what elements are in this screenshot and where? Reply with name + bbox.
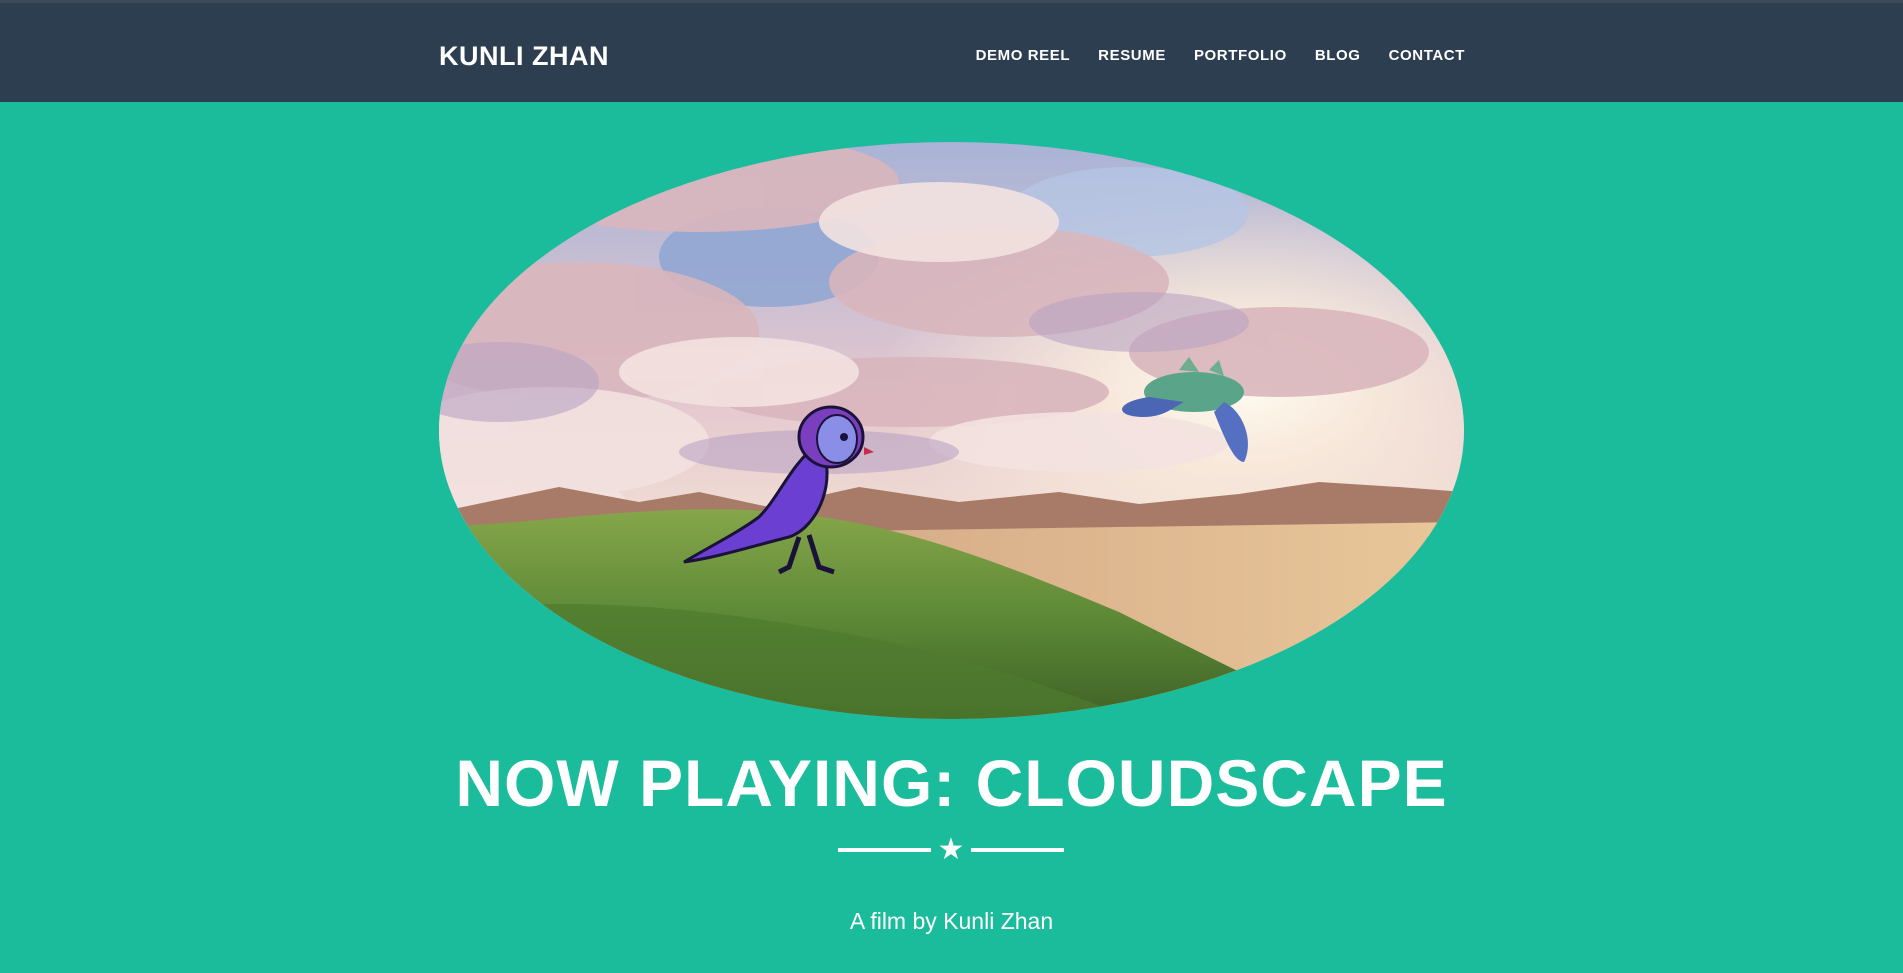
brand-link[interactable]: KUNLI ZHAN: [439, 41, 609, 72]
divider-line-right: [971, 848, 1064, 852]
nav-portfolio[interactable]: PORTFOLIO: [1194, 45, 1287, 64]
nav-resume[interactable]: RESUME: [1098, 45, 1166, 64]
site-header: KUNLI ZHAN DEMO REEL RESUME PORTFOLIO BL…: [0, 0, 1903, 102]
cloudscape-illustration: [439, 142, 1464, 719]
page-subtitle: A film by Kunli Zhan: [849, 908, 1054, 934]
divider-line-left: [838, 848, 931, 852]
page-title: NOW PLAYING: CLOUDSCAPE: [455, 746, 1448, 820]
nav-demo-reel[interactable]: DEMO REEL: [976, 45, 1071, 64]
title-divider: ★: [838, 835, 1064, 865]
hero-image: [439, 142, 1464, 719]
nav-contact[interactable]: CONTACT: [1389, 45, 1465, 64]
star-icon: ★: [937, 833, 965, 866]
nav-blog[interactable]: BLOG: [1315, 45, 1361, 64]
main-nav: DEMO REEL RESUME PORTFOLIO BLOG CONTACT: [948, 3, 1465, 105]
